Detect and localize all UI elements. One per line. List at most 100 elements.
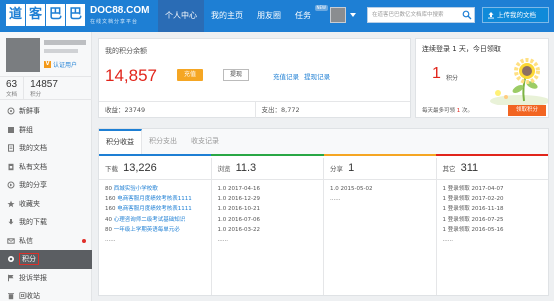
sidebar-menu: 新鲜事 群组 我的文档 私有文档 我的分享 收藏夹 我的下载 私信 积分 投诉举… [0,102,92,301]
tab-points-expense[interactable]: 积分支出 [142,129,184,154]
row-text: 登录领取 2016-07-25 [447,216,504,223]
sidebar-item-favorites[interactable]: 收藏夹 [0,195,92,214]
stripe-browse [211,154,324,156]
list-item: 40 心理咨询师二级考试基础知识 [105,215,211,225]
column-header: 分享 1 [324,158,436,180]
withdraw-records-link[interactable]: 提现记录 [304,73,330,81]
tab-points-income[interactable]: 积分收益 [99,129,142,154]
sidebar-item-my-shares[interactable]: 我的分享 [0,176,92,195]
row-points: 80 [105,226,112,233]
column-header: 下载 13,226 [99,158,211,180]
row-points: 1.0 [217,216,227,223]
more-link[interactable]: ...... [218,235,324,245]
list-item: 160 电商客服月度绩效考核表1111 [105,194,211,204]
document-link[interactable]: 西城实验小学校歌 [114,186,158,192]
balance-title: 我的积分余额 [105,47,147,55]
sidebar-item-recycle-bin[interactable]: 回收站 [0,287,92,301]
profile-avatar[interactable] [6,38,40,72]
more-link[interactable]: ...... [105,235,211,245]
record-links: 充值记录 提现记录 [273,71,333,81]
list-item: 1 登录领取 2017-02-20 [443,194,549,204]
top-navbar: 道 客 巴 巴 DOC88.COM 在线文档分享平台 个人中心 我的主页 朋友圈… [0,0,554,32]
column-total: 11.3 [235,162,257,174]
sidebar-item-my-documents[interactable]: 我的文档 [0,139,92,158]
more-link[interactable]: ...... [330,194,436,204]
nav-personal-center[interactable]: 个人中心 [158,0,204,32]
row-date: 2016-12-29 [228,196,260,203]
search-input[interactable] [368,8,460,22]
row-date: 2016-10-21 [228,206,260,213]
sidebar-item-label: 投诉举报 [19,273,47,282]
sidebar-item-points[interactable]: 积分 [0,250,92,269]
sidebar-item-report[interactable]: 投诉举报 [0,269,92,288]
profile-stats: 63 文档 14857 积分 [0,76,92,100]
row-points: 1.0 [217,186,227,192]
row-points: 1 [442,216,447,223]
recharge-records-link[interactable]: 充值记录 [273,73,299,81]
list-item: 1 登录领取 2017-04-07 [443,184,549,194]
search-icon[interactable] [462,10,472,20]
sunflower-illustration [490,58,548,105]
row-date: 2016-07-06 [228,216,260,223]
nav-tasks[interactable]: 任务 NEW [288,0,328,32]
sidebar-item-messages[interactable]: 私信 [0,232,92,251]
stat-documents[interactable]: 63 文档 [0,77,23,99]
row-points: 160 [105,206,116,213]
row-points: 80 [105,186,112,192]
sidebar-item-my-downloads[interactable]: 我的下载 [0,213,92,232]
list-item: 160 电商客服月度绩效考核表1111 [105,204,211,214]
sidebar-item-fresh[interactable]: 新鲜事 [0,102,92,121]
row-date: 2017-04-16 [228,186,260,192]
withdraw-button[interactable]: 提现 [223,69,249,81]
login-reward-unit: 积分 [446,75,459,82]
more-link[interactable]: ...... [443,235,549,245]
user-avatar[interactable] [330,7,346,23]
expense-total: 支出：8,772 [254,102,411,118]
document-link[interactable]: 心理咨询师二级考试基础知识 [114,217,186,223]
verified-user[interactable]: V 认证用户 [44,60,77,69]
group-icon [8,126,14,133]
sidebar-item-groups[interactable]: 群组 [0,121,92,140]
claim-points-button[interactable]: 领取积分 [508,105,546,116]
stat-points[interactable]: 14857 积分 [23,77,64,99]
upload-button[interactable]: 上传我的文档 [482,7,549,23]
row-points: 1 [442,196,447,203]
list-item: 1.0 2016-12-29 [218,194,324,204]
login-reward-amount: 1 [432,65,441,82]
income-columns: 下载 13,226 80 西城实验小学校歌 160 电商客服月度绩效考核表111… [99,158,548,295]
stripe-share [323,154,436,156]
sidebar-item-label: 私有文档 [19,162,47,171]
points-tabs: 积分收益 积分支出 收支记录 [99,129,548,155]
logo-char: 巴 [46,4,65,26]
share-icon [7,181,15,189]
upload-label: 上传我的文档 [497,11,536,19]
column-other: 其它 311 1 登录领取 2017-04-07 1 登录领取 2017-02-… [436,158,549,295]
nav-friends[interactable]: 朋友圈 [250,0,288,32]
sidebar-item-label: 我的文档 [19,144,47,153]
logo-tagline: 在线文档分享平台 [90,19,139,25]
document-icon [8,144,14,152]
document-link[interactable]: 电商客服月度绩效考核表1111 [117,196,192,202]
sidebar-item-private-documents[interactable]: 私有文档 [0,158,92,177]
profile-name-placeholder [44,40,86,45]
logo-domain: DOC88.COM [90,5,150,16]
site-logo[interactable]: 道 客 巴 巴 [6,4,86,26]
daily-login-card: 连续登录 1 天，今日领取 1 积分 每天最多可领 1 次。 领取积分 [415,38,549,118]
upload-icon [488,12,494,19]
star-icon [7,200,15,207]
list-item: 1.0 2016-10-21 [218,204,324,214]
list-item: 1.0 2017-04-16 [218,184,324,194]
row-points: 160 [105,196,116,203]
login-streak-title: 连续登录 1 天，今日领取 [422,45,501,53]
row-text: 登录领取 2016-11-18 [447,206,504,213]
nav-my-homepage[interactable]: 我的主页 [204,0,250,32]
row-points: 1 [442,206,447,213]
row-points: 1 [442,226,447,233]
tab-transaction-records[interactable]: 收支记录 [184,129,226,154]
chevron-down-icon[interactable] [350,13,356,17]
document-link[interactable]: 电商客服月度绩效考核表1111 [117,206,192,212]
profile-info-placeholder [44,49,78,53]
balance-summary: 收益：23749 支出：8,772 [99,101,410,118]
document-link[interactable]: 一年级上学期英语每单元必 [114,227,180,233]
recharge-button[interactable]: 充值 [177,69,203,81]
